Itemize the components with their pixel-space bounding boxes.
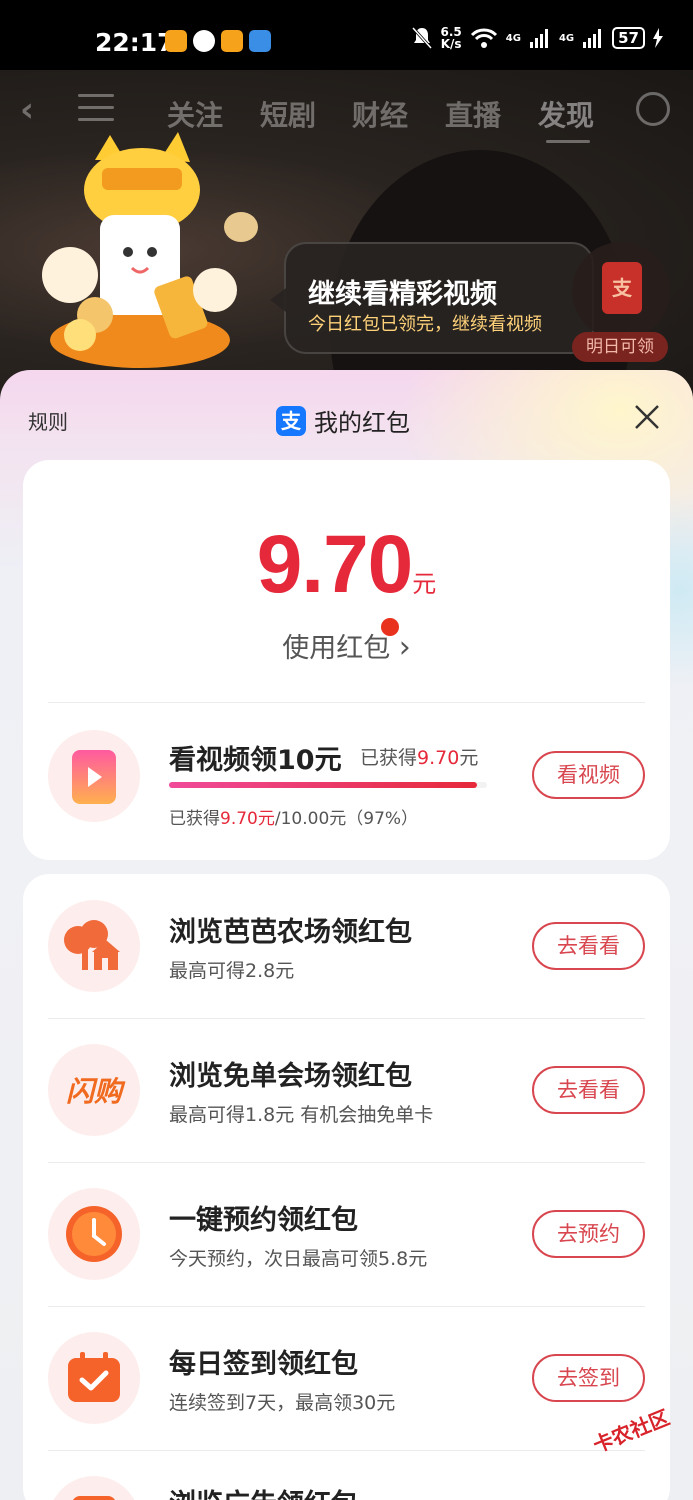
status-right: 6.5 K/s 4G 4G 57 <box>411 26 663 50</box>
back-icon[interactable]: ‹ <box>20 90 34 130</box>
signal-bars-icon <box>529 29 548 48</box>
menu-icon[interactable] <box>78 94 114 122</box>
task-icon-wrap <box>48 1476 140 1500</box>
balance-amount: 9.70元 <box>23 518 670 612</box>
sheet-title-text: 我的红包 <box>314 409 410 437</box>
browse-free-order-button[interactable]: 去看看 <box>532 1066 645 1114</box>
divider <box>48 1306 645 1307</box>
task-list-card: 浏览芭芭农场领红包 最高可得2.8元 去看看 闪购 浏览免单会场领红包 最高可得… <box>23 874 670 1500</box>
task-subtitle: 连续签到7天，最高领30元 <box>169 1392 396 1414</box>
balance-value: 9.70 <box>256 519 414 610</box>
status-time: 22:17 <box>95 28 175 57</box>
sheet-title: 支 我的红包 <box>276 403 410 438</box>
message-icon <box>193 30 215 52</box>
divider <box>48 1162 645 1163</box>
weibo-icon <box>165 30 187 52</box>
tooltip-subtitle: 今日红包已领完，继续看视频 <box>308 314 542 335</box>
task-subtitle: 最高可得2.8元 <box>169 960 295 982</box>
cat-mascot-icon <box>42 132 237 368</box>
divider <box>48 1450 645 1451</box>
video-task-title: 看视频领10元 <box>169 745 342 776</box>
wifi-icon <box>470 28 497 48</box>
continue-watching-tooltip: 继续看精彩视频 今日红包已领完，继续看视频 <box>270 242 594 354</box>
balance-card: 9.70元 使用红包 › 看视频领10元 已获得9.70元 已获得9.70元/1… <box>23 460 670 860</box>
clock-icon <box>66 1206 122 1262</box>
balance-unit: 元 <box>412 570 437 598</box>
browse-farm-button[interactable]: 去看看 <box>532 922 645 970</box>
task-icon-wrap <box>48 900 140 992</box>
signal-bars-icon <box>583 29 602 48</box>
farm-icon <box>64 920 120 970</box>
task-title: 浏览免单会场领红包 <box>169 1061 412 1092</box>
task-subtitle: 今天预约，次日最高可领5.8元 <box>169 1248 428 1270</box>
flash-buy-icon: 闪购 <box>65 1075 122 1108</box>
red-packet-icon: 支 <box>602 262 642 314</box>
divider <box>48 1018 645 1019</box>
tab-finance[interactable]: 财经 <box>352 94 408 134</box>
active-tab-indicator <box>546 140 590 143</box>
video-task-progress <box>169 782 487 788</box>
divider <box>48 702 645 703</box>
alipay-icon: 支 <box>276 405 306 436</box>
close-icon[interactable] <box>632 402 662 432</box>
charging-icon <box>653 28 663 48</box>
ad-icon <box>72 1496 116 1500</box>
weibo-icon <box>221 30 243 52</box>
browser-icon <box>249 30 271 52</box>
chevron-right-icon: › <box>398 630 411 665</box>
task-icon-wrap <box>48 1188 140 1280</box>
calendar-check-icon <box>68 1352 120 1402</box>
progress-fill <box>169 782 478 788</box>
tab-follow[interactable]: 关注 <box>167 94 223 134</box>
task-subtitle: 最高可得1.8元 有机会抽免单卡 <box>169 1104 434 1126</box>
task-title: 浏览芭芭农场领红包 <box>169 917 412 948</box>
my-red-packet-sheet: 规则 支 我的红包 9.70元 使用红包 › 看视频领10元 已获得9.70元 … <box>0 370 693 1500</box>
task-title: 一键预约领红包 <box>169 1205 358 1236</box>
check-in-button[interactable]: 去签到 <box>532 1354 645 1402</box>
tab-discover[interactable]: 发现 <box>538 94 594 134</box>
rules-link[interactable]: 规则 <box>28 406 68 435</box>
video-task-progress-text: 已获得9.70元/10.00元（97%） <box>169 809 419 829</box>
task-icon-wrap: 闪购 <box>48 1044 140 1136</box>
watch-video-button[interactable]: 看视频 <box>532 751 645 799</box>
battery-indicator: 57 <box>612 27 645 49</box>
use-red-packet-link[interactable]: 使用红包 › <box>23 626 670 665</box>
tooltip-title: 继续看精彩视频 <box>308 279 497 310</box>
tab-live[interactable]: 直播 <box>445 94 501 134</box>
notification-dot <box>381 618 399 636</box>
signal-label-2: 4G <box>558 32 575 44</box>
mute-bell-icon <box>411 26 432 50</box>
tab-short-drama[interactable]: 短剧 <box>260 94 316 134</box>
status-bar: 22:17 6.5 K/s 4G 4G 57 <box>0 0 693 70</box>
redpack-widget-label: 明日可领 <box>572 332 668 362</box>
task-icon-wrap <box>48 1332 140 1424</box>
net-speed: 6.5 K/s <box>440 25 462 51</box>
search-icon[interactable] <box>636 92 670 126</box>
signal-label-1: 4G <box>505 32 521 44</box>
reserve-button[interactable]: 去预约 <box>532 1210 645 1258</box>
redpack-widget[interactable]: 支 <box>572 242 670 340</box>
play-video-icon <box>72 750 116 804</box>
task-title: 浏览广告领红包 <box>169 1482 358 1500</box>
status-notification-icons <box>165 30 271 52</box>
task-title: 每日签到领红包 <box>169 1349 358 1380</box>
use-link-label: 使用红包 <box>282 633 391 664</box>
video-task-icon-wrap <box>48 730 140 822</box>
coin-icon <box>224 212 258 242</box>
video-task-earned: 已获得9.70元 <box>360 747 479 769</box>
